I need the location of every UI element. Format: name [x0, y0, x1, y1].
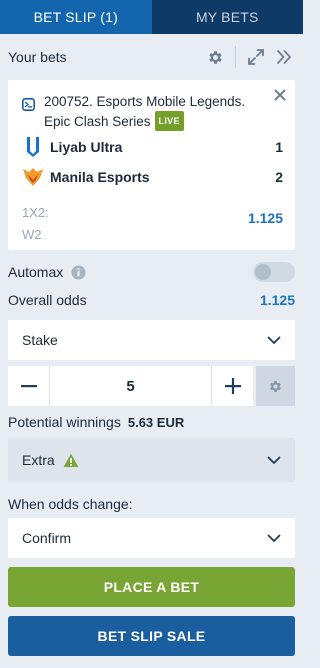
- overall-odds-label: Overall odds: [8, 292, 87, 308]
- selection: W2: [22, 227, 42, 242]
- odds-change-value: Confirm: [22, 530, 72, 546]
- bet-odds: 1.125: [247, 210, 283, 226]
- chevron-down-icon: [267, 332, 281, 348]
- tab-bar: BET SLIP (1) MY BETS: [0, 0, 303, 34]
- team-row-away: Manila Esports 2: [22, 165, 283, 189]
- minus-button[interactable]: [8, 366, 49, 406]
- odds-change-row: When odds change:: [8, 494, 295, 514]
- chevron-down-icon: [267, 452, 281, 468]
- odds-change-select[interactable]: Confirm: [8, 518, 295, 558]
- team-score: 2: [275, 169, 283, 185]
- automax-label: Automax: [8, 264, 64, 280]
- team-name: Manila Esports: [50, 169, 150, 185]
- stake-select[interactable]: Stake: [8, 320, 295, 360]
- bets-header: Your bets: [0, 34, 303, 80]
- double-chevron-right-icon[interactable]: [273, 46, 295, 68]
- live-badge: LIVE: [154, 111, 184, 131]
- toggle-knob: [255, 264, 271, 280]
- stake-settings-button[interactable]: [256, 366, 295, 406]
- close-icon[interactable]: [273, 88, 287, 102]
- extra-label: Extra: [22, 452, 55, 468]
- potential-winnings-row: Potential winnings 5.63 EUR: [8, 412, 295, 432]
- gear-icon[interactable]: [204, 46, 226, 68]
- tab-bet-slip[interactable]: BET SLIP (1): [0, 0, 152, 34]
- market-info: 1X2: W2: [22, 202, 49, 246]
- automax-row: Automax: [8, 262, 295, 282]
- odds-change-label: When odds change:: [8, 496, 133, 512]
- esports-icon: [22, 98, 35, 114]
- extra-select[interactable]: Extra: [8, 438, 295, 482]
- chevron-down-icon: [267, 530, 281, 546]
- plus-icon: [224, 378, 241, 394]
- bet-slip-sale-button[interactable]: BET SLIP SALE: [8, 616, 295, 656]
- liyab-ultra-logo-icon: [22, 136, 44, 158]
- minus-icon: [20, 385, 37, 388]
- info-icon[interactable]: [71, 265, 86, 280]
- team-name: Liyab Ultra: [50, 139, 123, 155]
- stake-stepper: 5: [8, 366, 253, 406]
- expand-icon[interactable]: [245, 46, 267, 68]
- warning-icon: [63, 453, 79, 468]
- your-bets-title: Your bets: [8, 49, 67, 65]
- bet-card: 200752. Esports Mobile Legends. Epic Cla…: [8, 80, 295, 250]
- tab-my-bets[interactable]: MY BETS: [151, 0, 303, 34]
- team-score: 1: [275, 139, 283, 155]
- stake-amount-input[interactable]: 5: [50, 366, 211, 406]
- manila-esports-logo-icon: [22, 166, 44, 188]
- stake-label: Stake: [22, 332, 58, 348]
- automax-toggle[interactable]: [253, 262, 295, 282]
- header-divider: [235, 46, 236, 68]
- gear-icon: [270, 380, 281, 392]
- header-actions: [204, 46, 295, 68]
- match-title-text: 200752. Esports Mobile Legends. Epic Cla…: [44, 94, 246, 129]
- potential-winnings-label: Potential winnings: [8, 414, 121, 430]
- team-row-home: Liyab Ultra 1: [22, 135, 283, 159]
- match-title: 200752. Esports Mobile Legends. Epic Cla…: [44, 93, 264, 131]
- market-type: 1X2:: [22, 205, 49, 220]
- overall-odds-value: 1.125: [259, 292, 295, 308]
- potential-winnings-value: 5.63 EUR: [127, 414, 185, 430]
- place-bet-button[interactable]: PLACE A BET: [8, 567, 295, 607]
- overall-odds-row: Overall odds 1.125: [8, 290, 295, 310]
- plus-button[interactable]: [212, 366, 253, 406]
